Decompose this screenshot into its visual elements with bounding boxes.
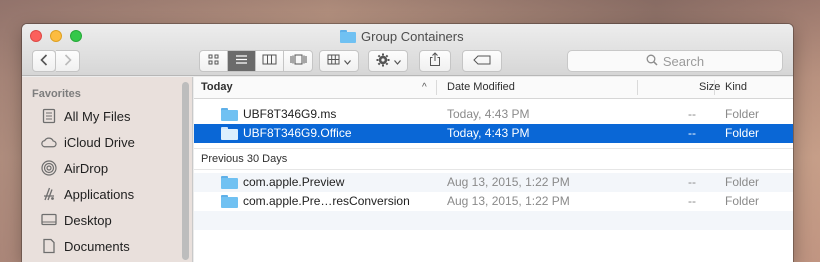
sidebar: Favorites All My Files iCloud Drive AirD… [22, 77, 193, 262]
share-button[interactable] [419, 50, 451, 72]
share-icon [429, 52, 441, 70]
documents-icon [40, 238, 57, 254]
column-header-size[interactable]: Size [699, 77, 720, 98]
chevron-left-icon [40, 53, 48, 69]
column-header-date[interactable]: Date Modified [447, 77, 515, 98]
file-name: com.apple.Preview [243, 175, 345, 189]
sidebar-item-label: All My Files [64, 108, 131, 124]
minimize-button[interactable] [50, 30, 62, 42]
sidebar-scrollbar[interactable] [182, 82, 189, 260]
list-view-icon [235, 54, 248, 68]
action-button[interactable] [368, 50, 408, 72]
cloud-icon [40, 134, 57, 150]
sort-indicator-icon: ^ [422, 82, 427, 93]
sidebar-item-all-my-files[interactable]: All My Files [40, 108, 130, 124]
tag-button[interactable] [462, 50, 502, 72]
sidebar-item-desktop[interactable]: Desktop [40, 212, 112, 228]
table-row[interactable]: com.apple.Preview Aug 13, 2015, 1:22 PM … [194, 173, 793, 192]
coverflow-view-button[interactable] [284, 51, 312, 71]
file-size: -- [688, 107, 696, 121]
file-name: UBF8T346G9.Office [243, 126, 352, 140]
arrange-grid-icon [327, 54, 340, 68]
file-kind: Folder [725, 126, 760, 140]
icon-view-button[interactable] [200, 51, 228, 71]
file-size: -- [688, 194, 696, 208]
desktop-icon [40, 212, 57, 228]
sidebar-item-label: AirDrop [64, 160, 109, 176]
empty-row [194, 211, 793, 230]
search-placeholder: Search [662, 53, 705, 69]
arrange-button[interactable] [319, 50, 359, 72]
title-bar: Group Containers Search [22, 24, 793, 76]
column-view-icon [262, 54, 277, 68]
file-kind: Folder [725, 194, 760, 208]
back-button[interactable] [32, 50, 56, 72]
sidebar-item-label: Desktop [64, 212, 112, 228]
coverflow-view-icon [290, 54, 307, 68]
chevron-down-icon [393, 54, 401, 68]
sidebar-heading: Favorites [32, 88, 81, 100]
file-kind: Folder [725, 107, 760, 121]
file-date: Aug 13, 2015, 1:22 PM [447, 175, 570, 189]
column-header-kind[interactable]: Kind [725, 77, 747, 98]
sidebar-item-label: Applications [64, 186, 135, 202]
forward-button[interactable] [56, 50, 80, 72]
folder-icon [221, 195, 238, 208]
column-view-button[interactable] [256, 51, 284, 71]
list-view-button[interactable] [228, 51, 256, 71]
close-button[interactable] [30, 30, 42, 42]
sidebar-item-label: Documents [64, 238, 130, 254]
file-date: Today, 4:43 PM [447, 126, 530, 140]
sidebar-item-documents[interactable]: Documents [40, 238, 130, 254]
view-switcher [199, 50, 313, 72]
folder-icon [221, 108, 238, 121]
tag-icon [473, 54, 491, 68]
airdrop-icon [40, 160, 57, 176]
file-name: UBF8T346G9.ms [243, 107, 337, 121]
sidebar-item-applications[interactable]: Applications [40, 186, 134, 202]
group-heading-previous-30-days: Previous 30 Days [194, 148, 793, 170]
table-row[interactable]: UBF8T346G9.ms Today, 4:43 PM -- Folder [194, 105, 793, 124]
all-files-icon [40, 108, 57, 124]
file-date: Aug 13, 2015, 1:22 PM [447, 194, 570, 208]
file-list: Today ^ Date Modified Size Kind UBF8T346… [194, 77, 793, 262]
finder-window: Group Containers Search Favorites All My… [22, 24, 793, 262]
column-header-name[interactable]: Today [201, 77, 233, 98]
table-row-selected[interactable]: UBF8T346G9.Office Today, 4:43 PM -- Fold… [194, 124, 793, 143]
window-title: Group Containers [340, 28, 464, 44]
gear-icon [376, 53, 390, 70]
sidebar-item-icloud-drive[interactable]: iCloud Drive [40, 134, 135, 150]
file-kind: Folder [725, 175, 760, 189]
window-title-label: Group Containers [361, 28, 464, 44]
folder-icon [221, 176, 238, 189]
folder-icon [340, 29, 356, 43]
file-date: Today, 4:43 PM [447, 107, 530, 121]
sidebar-item-airdrop[interactable]: AirDrop [40, 160, 108, 176]
folder-icon [221, 127, 238, 140]
icon-view-icon [208, 54, 219, 68]
table-row[interactable]: com.apple.Pre…resConversion Aug 13, 2015… [194, 192, 793, 211]
search-input[interactable]: Search [567, 50, 783, 72]
zoom-button[interactable] [70, 30, 82, 42]
chevron-right-icon [64, 53, 72, 69]
column-header-row: Today ^ Date Modified Size Kind [194, 77, 793, 99]
file-size: -- [688, 175, 696, 189]
file-size: -- [688, 126, 696, 140]
sidebar-item-label: iCloud Drive [64, 134, 135, 150]
chevron-down-icon [344, 54, 351, 68]
applications-icon [40, 186, 57, 202]
file-name: com.apple.Pre…resConversion [243, 194, 410, 208]
search-icon [646, 54, 658, 69]
